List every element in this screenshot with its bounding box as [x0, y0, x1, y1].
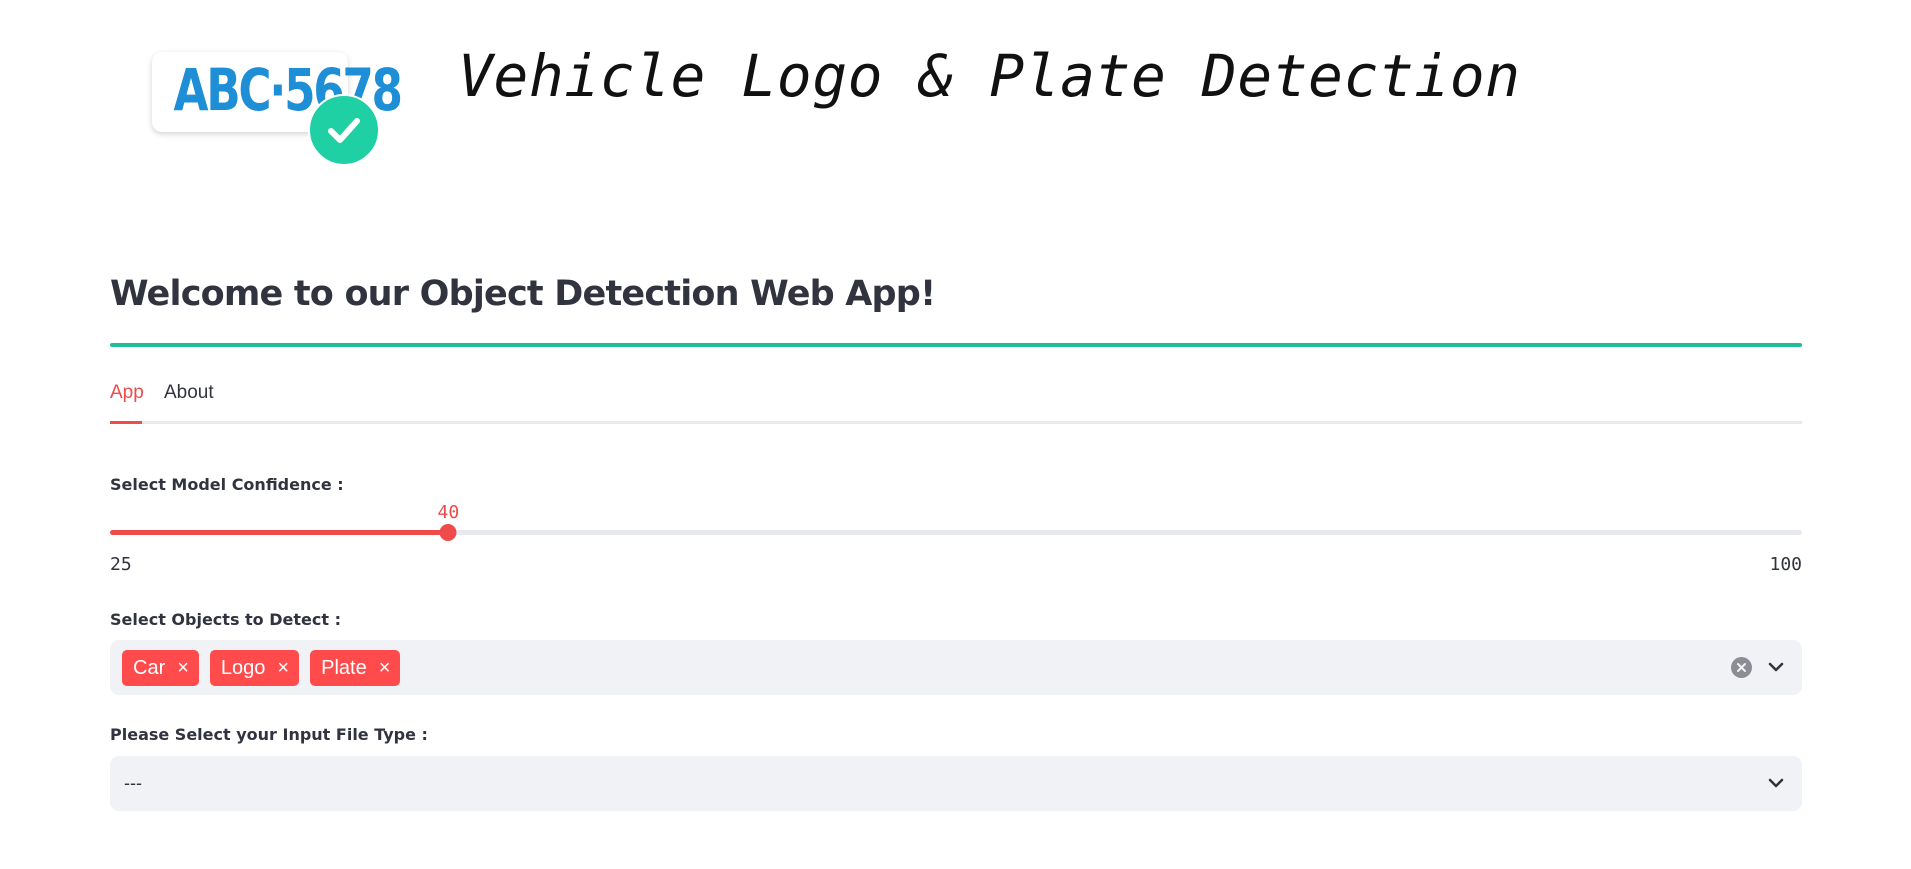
chip-plate: Plate ×: [310, 650, 401, 686]
chevron-down-icon[interactable]: [1768, 776, 1784, 790]
slider-fill: [110, 530, 449, 535]
header-divider: [110, 343, 1802, 347]
confidence-label: Select Model Confidence :: [110, 475, 344, 494]
tab-app[interactable]: App: [110, 382, 144, 404]
file-type-value: ---: [124, 773, 142, 793]
clear-all-icon[interactable]: [1731, 657, 1752, 678]
slider-thumb[interactable]: [439, 524, 457, 541]
tab-bar-line: [110, 421, 1802, 424]
file-type-select[interactable]: ---: [110, 756, 1802, 811]
slider-max-label: 100: [1769, 554, 1802, 575]
app-logo: ABC·5678: [148, 50, 403, 168]
active-tab-indicator: [110, 421, 142, 424]
app-title: Vehicle Logo & Plate Detection: [458, 42, 1521, 110]
chip-label: Plate: [321, 656, 367, 679]
page-title: Welcome to our Object Detection Web App!: [110, 274, 936, 314]
chip-logo: Logo ×: [209, 650, 300, 686]
file-type-label: Please Select your Input File Type :: [110, 725, 428, 744]
remove-car-icon[interactable]: ×: [177, 658, 189, 678]
tab-about[interactable]: About: [164, 382, 214, 404]
objects-multiselect[interactable]: Car × Logo × Plate ×: [110, 640, 1802, 695]
remove-plate-icon[interactable]: ×: [379, 658, 391, 678]
slider-track[interactable]: [110, 530, 1802, 535]
license-plate-text: ABC·5678: [173, 56, 403, 124]
chip-label: Logo: [220, 656, 266, 679]
tab-bar: App About: [110, 380, 1802, 424]
objects-label: Select Objects to Detect :: [110, 610, 341, 629]
slider-value-label: 40: [437, 502, 460, 523]
slider-min-label: 25: [110, 554, 132, 575]
checkmark-icon: [308, 94, 380, 166]
selected-objects: Car × Logo × Plate ×: [122, 650, 401, 686]
chip-label: Car: [133, 656, 166, 679]
remove-logo-icon[interactable]: ×: [277, 658, 289, 678]
chevron-down-icon[interactable]: [1768, 660, 1784, 674]
chip-car: Car ×: [122, 650, 199, 686]
